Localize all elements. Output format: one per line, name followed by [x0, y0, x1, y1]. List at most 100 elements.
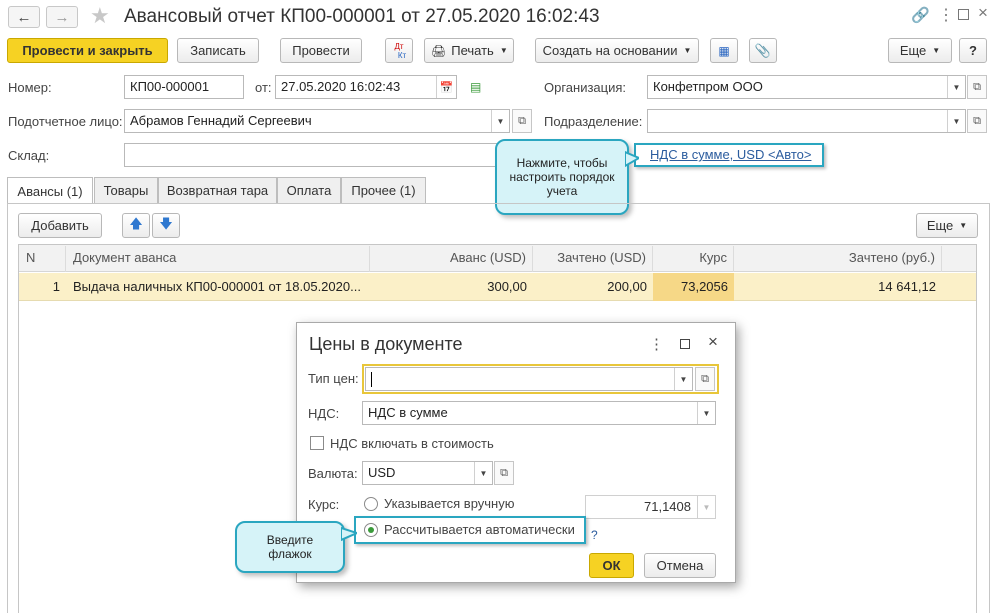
rate-auto-radio[interactable]	[364, 523, 378, 537]
currency-open-button[interactable]: ⧉	[494, 461, 514, 485]
col-header-rate[interactable]: Курс	[653, 246, 734, 272]
arrow-down-icon: 🡇	[159, 215, 173, 231]
rate-value: 71,1408	[644, 499, 691, 514]
cancel-button[interactable]: Отмена	[644, 553, 716, 578]
chevron-down-icon[interactable]: ▼	[697, 402, 715, 424]
more-label: Еще	[899, 43, 927, 58]
more-button[interactable]: Еще ▼	[888, 38, 952, 63]
kebab-menu-icon[interactable]: ⋮	[649, 335, 664, 353]
dt-kt-button[interactable]: Дт Кт	[385, 38, 413, 63]
hint-callout-bottom: Введите флажок	[235, 521, 345, 573]
cell-rate: 73,2056	[681, 279, 728, 294]
organization-field[interactable]: Конфетпром ООО ▼	[647, 75, 966, 99]
post-and-close-button[interactable]: Провести и закрыть	[7, 38, 168, 63]
tab-goods[interactable]: Товары	[94, 177, 158, 203]
tab-other[interactable]: Прочее (1)	[341, 177, 426, 203]
chevron-down-icon: ▼	[697, 496, 715, 518]
ok-button[interactable]: ОК	[589, 553, 634, 578]
number-label: Номер:	[8, 80, 52, 95]
structure-button[interactable]: ▦	[710, 38, 738, 63]
star-icon[interactable]: ★	[90, 3, 110, 29]
move-down-button[interactable]: 🡇	[152, 213, 180, 238]
chevron-down-icon[interactable]: ▼	[947, 110, 965, 132]
maximize-icon[interactable]	[680, 339, 690, 349]
division-field[interactable]: ▼	[647, 109, 966, 133]
chevron-down-icon: ▼	[683, 46, 692, 55]
status-icon: ▤	[470, 80, 482, 94]
dt-kt-icon-bottom: Кт	[397, 50, 407, 60]
post-button[interactable]: Провести	[280, 38, 362, 63]
chevron-down-icon[interactable]: ▼	[674, 368, 692, 390]
number-field[interactable]: КП00-000001	[124, 75, 244, 99]
chevron-down-icon[interactable]: ▼	[947, 76, 965, 98]
text-cursor	[371, 372, 372, 388]
save-button[interactable]: Записать	[177, 38, 259, 63]
rate-value-field[interactable]: 71,1408 ▼	[585, 495, 716, 519]
col-header-document[interactable]: Документ аванса	[67, 246, 370, 272]
calendar-icon[interactable]: 📅	[436, 76, 456, 98]
table-more-button[interactable]: Еще ▼	[916, 213, 978, 238]
printer-icon: 🖨	[431, 43, 447, 58]
cell-advance: 300,00	[487, 279, 527, 294]
close-icon[interactable]: ×	[708, 332, 718, 352]
dt-kt-icon-top: Дт	[394, 41, 404, 51]
close-icon[interactable]: ×	[978, 3, 988, 23]
callout-pointer-top	[625, 150, 639, 168]
print-button[interactable]: 🖨 Печать ▼	[424, 38, 514, 63]
chevron-down-icon[interactable]: ▼	[491, 110, 509, 132]
tab-payment[interactable]: Оплата	[277, 177, 341, 203]
col-header-n[interactable]: N	[20, 246, 66, 272]
arrow-left-icon: ←	[16, 8, 32, 26]
price-type-open-button[interactable]: ⧉	[695, 367, 715, 391]
division-open-button[interactable]: ⧉	[967, 109, 987, 133]
back-button[interactable]: ←	[8, 6, 40, 28]
arrow-right-icon: →	[54, 8, 70, 26]
warehouse-label: Склад:	[8, 148, 50, 163]
create-based-button[interactable]: Создать на основании ▼	[535, 38, 699, 63]
division-label: Подразделение:	[544, 114, 643, 129]
help-button[interactable]: ?	[959, 38, 987, 63]
organization-open-button[interactable]: ⧉	[967, 75, 987, 99]
chevron-down-icon: ▼	[499, 46, 508, 55]
chevron-down-icon: ▼	[959, 221, 968, 230]
prices-dialog: Цены в документе ⋮ × Тип цен: ▼ ⧉ НДС: Н…	[296, 322, 736, 583]
vat-field[interactable]: НДС в сумме ▼	[362, 401, 716, 425]
from-label: от:	[255, 80, 272, 95]
move-up-button[interactable]: 🡅	[122, 213, 150, 238]
currency-field[interactable]: USD ▼	[362, 461, 493, 485]
rate-help-link[interactable]: ?	[591, 528, 598, 542]
callout-pointer-bottom	[341, 526, 357, 542]
warehouse-field[interactable]	[124, 143, 510, 167]
cell-credited: 200,00	[607, 279, 647, 294]
price-type-field[interactable]: ▼	[365, 367, 693, 391]
forward-button[interactable]: →	[46, 6, 78, 28]
rate-manual-radio[interactable]	[364, 497, 378, 511]
person-field[interactable]: Абрамов Геннадий Сергеевич ▼	[124, 109, 510, 133]
tab-returnable-packaging[interactable]: Возвратная тара	[158, 177, 277, 203]
chevron-down-icon: ▼	[932, 46, 941, 55]
rate-label: Курс:	[308, 497, 340, 512]
add-row-button[interactable]: Добавить	[18, 213, 102, 238]
vat-settings-link[interactable]: НДС в сумме, USD <Авто>	[650, 147, 811, 162]
person-open-button[interactable]: ⧉	[512, 109, 532, 133]
radio-selected-dot	[368, 527, 374, 533]
date-field[interactable]: 27.05.2020 16:02:43 📅	[275, 75, 457, 99]
kebab-menu-icon[interactable]: ⋮	[938, 5, 954, 25]
attach-button[interactable]: 📎	[749, 38, 777, 63]
col-header-credited[interactable]: Зачтено (USD)	[533, 246, 653, 272]
table-more-label: Еще	[926, 218, 954, 233]
cell-document: Выдача наличных КП00-000001 от 18.05.202…	[73, 279, 361, 294]
window-title: Авансовый отчет КП00-000001 от 27.05.202…	[124, 6, 600, 27]
link-icon[interactable]: 🔗	[911, 6, 930, 24]
vat-include-checkbox[interactable]	[310, 436, 324, 450]
cell-credited-rub: 14 641,12	[878, 279, 936, 294]
price-type-label: Тип цен:	[308, 371, 359, 386]
maximize-icon[interactable]	[958, 9, 969, 20]
col-header-credited-rub[interactable]: Зачтено (руб.)	[734, 246, 942, 272]
currency-label: Валюта:	[308, 466, 358, 481]
col-header-advance[interactable]: Аванс (USD)	[370, 246, 533, 272]
chevron-down-icon[interactable]: ▼	[474, 462, 492, 484]
organization-label: Организация:	[544, 80, 627, 95]
tab-advances[interactable]: Авансы (1)	[7, 177, 93, 204]
paperclip-icon: 📎	[754, 42, 772, 58]
